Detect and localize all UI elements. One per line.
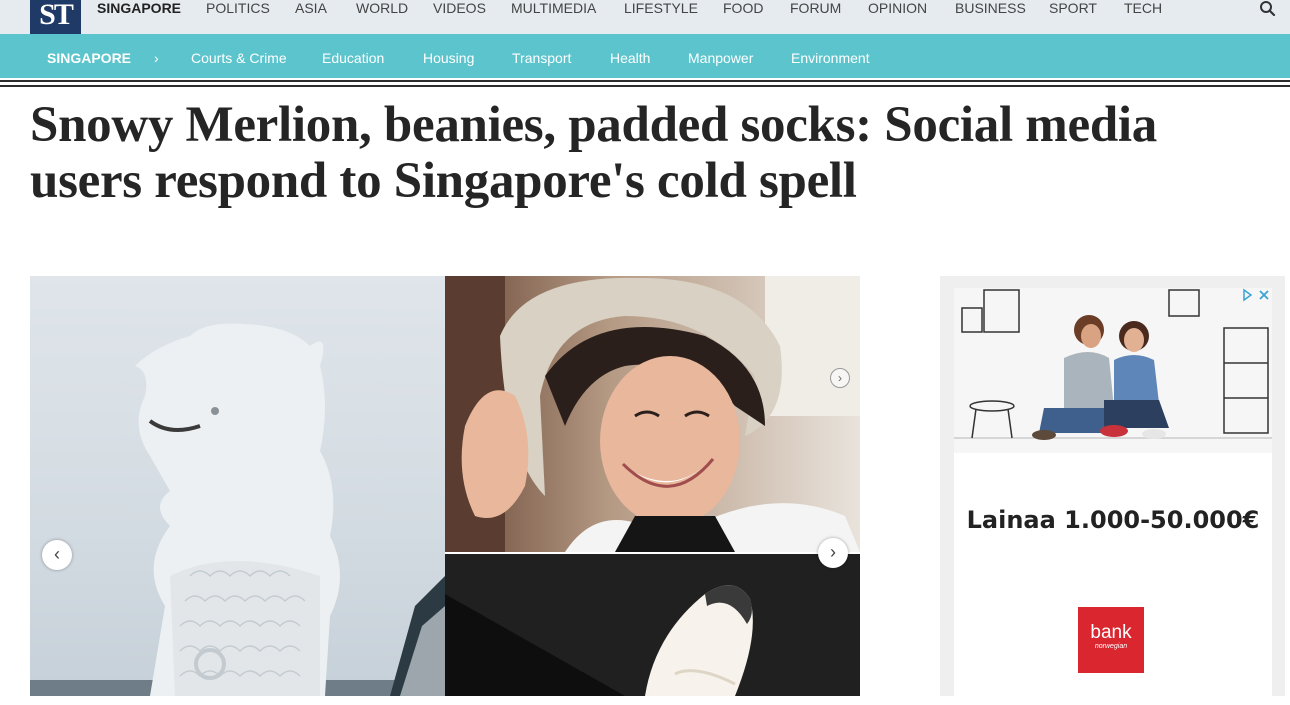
ad-logo-text: bank bbox=[1090, 622, 1132, 643]
nav-item-world[interactable]: WORLD bbox=[356, 0, 408, 17]
section-nav: SINGAPORE › Courts & Crime Education Hou… bbox=[0, 34, 1290, 78]
beanie-selfie-photo: › bbox=[445, 276, 860, 552]
nav-item-business[interactable]: BUSINESS bbox=[955, 0, 1026, 17]
ad-headline[interactable]: Lainaa 1.000-50.000€ bbox=[954, 498, 1272, 542]
divider bbox=[0, 85, 1290, 87]
section-home-link[interactable]: SINGAPORE bbox=[47, 49, 131, 67]
ad-card[interactable]: Lainaa 1.000-50.000€ bank norwegian bbox=[954, 288, 1272, 696]
divider bbox=[0, 80, 1290, 82]
merlion-photo: ‹ bbox=[30, 276, 445, 696]
nav-item-sport[interactable]: SPORT bbox=[1049, 0, 1097, 17]
article-headline: Snowy Merlion, beanies, padded socks: So… bbox=[30, 97, 1157, 209]
section-item-environment[interactable]: Environment bbox=[791, 49, 870, 67]
nav-item-videos[interactable]: VIDEOS bbox=[433, 0, 486, 17]
ad-image bbox=[954, 288, 1272, 453]
adchoices-icon[interactable] bbox=[1240, 288, 1272, 302]
nav-item-asia[interactable]: ASIA bbox=[295, 0, 327, 17]
nav-item-multimedia[interactable]: MULTIMEDIA bbox=[511, 0, 596, 17]
search-icon[interactable] bbox=[1256, 0, 1280, 18]
nav-item-lifestyle[interactable]: LIFESTYLE bbox=[624, 0, 698, 17]
ad-logo-subtext: norwegian bbox=[1094, 643, 1128, 650]
site-logo[interactable]: ST bbox=[30, 0, 81, 34]
nav-item-singapore[interactable]: SINGAPORE bbox=[97, 0, 181, 17]
section-item-health[interactable]: Health bbox=[610, 49, 650, 67]
gallery-next-small-icon[interactable]: › bbox=[830, 368, 850, 388]
section-item-housing[interactable]: Housing bbox=[423, 49, 474, 67]
padded-socks-photo bbox=[445, 554, 860, 696]
nav-item-forum[interactable]: FORUM bbox=[790, 0, 841, 17]
nav-item-opinion[interactable]: OPINION bbox=[868, 0, 927, 17]
section-item-manpower[interactable]: Manpower bbox=[688, 49, 753, 67]
bank-norwegian-logo[interactable]: bank norwegian bbox=[1078, 607, 1144, 673]
advertisement[interactable]: Lainaa 1.000-50.000€ bank norwegian bbox=[940, 276, 1285, 696]
gallery-prev-button[interactable]: ‹ bbox=[42, 540, 72, 570]
section-item-courts-crime[interactable]: Courts & Crime bbox=[191, 49, 287, 67]
gallery-next-button[interactable]: › bbox=[818, 538, 848, 568]
top-nav: ST SINGAPORE POLITICS ASIA WORLD VIDEOS … bbox=[0, 0, 1290, 34]
section-item-education[interactable]: Education bbox=[322, 49, 384, 67]
section-item-transport[interactable]: Transport bbox=[512, 49, 571, 67]
nav-item-politics[interactable]: POLITICS bbox=[206, 0, 270, 17]
chevron-right-icon: › bbox=[154, 50, 159, 66]
nav-item-food[interactable]: FOOD bbox=[723, 0, 763, 17]
photo-gallery[interactable]: ‹ › › bbox=[30, 276, 860, 696]
nav-item-tech[interactable]: TECH bbox=[1124, 0, 1162, 17]
